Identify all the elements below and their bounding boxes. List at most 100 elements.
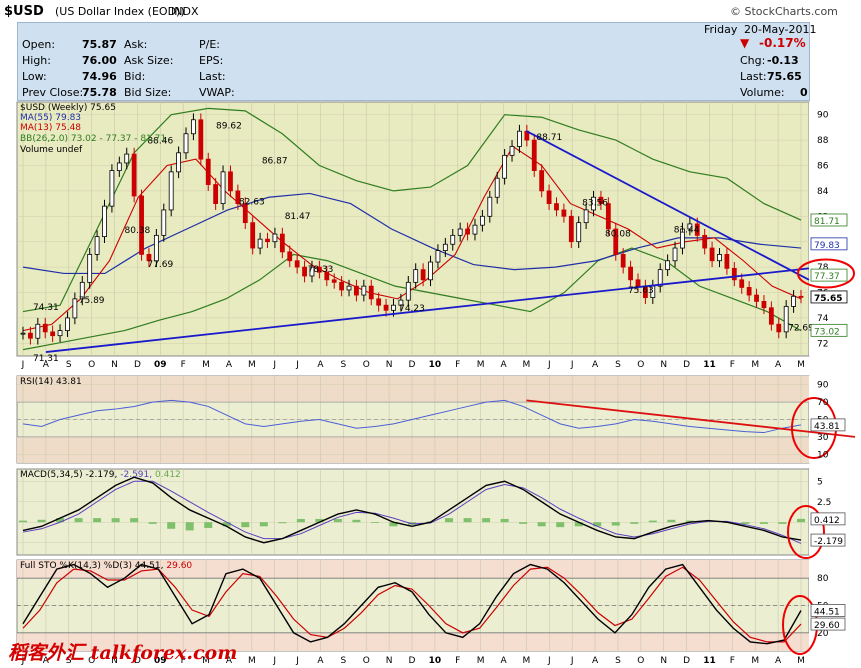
candle-body	[465, 228, 470, 235]
candle-body	[546, 190, 552, 204]
x-tick-label: 11	[703, 656, 716, 666]
x-tick-label: 10	[429, 360, 442, 370]
right-value-label: 81.71	[814, 217, 840, 227]
macd-hist-bar	[259, 522, 268, 527]
y-tick-label: 88	[817, 136, 829, 146]
candle-body	[153, 234, 159, 262]
candle-body	[709, 247, 715, 262]
legend-ma13-text: MA(13) 75.48	[20, 123, 82, 133]
x-tick-label: O	[363, 656, 370, 666]
x-tick-label: M	[248, 360, 256, 370]
macd-hist-bar	[352, 519, 361, 523]
candle-body	[220, 171, 226, 205]
candle-body	[487, 196, 493, 217]
macd-hist-bar	[130, 518, 139, 523]
candle-body	[568, 215, 574, 243]
x-tick-label: M	[797, 656, 805, 666]
x-tick-label: J	[295, 656, 299, 666]
right-value-label: 75.65	[814, 294, 842, 304]
macd-hist-bar	[370, 522, 379, 524]
price-annotation: 75.89	[79, 296, 105, 306]
candle-body	[509, 146, 515, 156]
legend-ma55-text: MA(55) 79.83	[20, 113, 82, 123]
legend-bb: BB(26,2.0) 73.02 - 77.37 - 81.71	[20, 134, 166, 144]
x-tick-label: F	[455, 656, 460, 666]
y-tick-label: 74	[817, 314, 829, 324]
macd-hist-bar	[500, 518, 509, 523]
x-tick-label: A	[775, 656, 782, 666]
x-tick-label: 10	[429, 656, 442, 666]
x-tick-label: N	[660, 360, 667, 370]
macd-hist-bar	[519, 522, 528, 524]
legend-ma55: MA(55) 79.83	[20, 113, 81, 123]
candle-body	[28, 332, 33, 339]
price-annotation: 81.44	[674, 225, 700, 235]
x-tick-label: J	[272, 656, 276, 666]
x-tick-label: M	[797, 360, 805, 370]
price-annotation: 74.31	[33, 303, 59, 313]
candle-body	[472, 224, 478, 235]
candle-body	[798, 295, 804, 298]
candle-body	[620, 253, 626, 268]
candle-body	[109, 170, 115, 207]
x-tick-label: S	[340, 360, 346, 370]
candle-body	[435, 250, 441, 263]
x-tick-label: M	[248, 656, 256, 666]
price-annotation: 89.62	[216, 122, 242, 132]
candle-body	[183, 133, 189, 154]
candle-body	[87, 253, 93, 283]
candle-body	[791, 295, 796, 307]
candle-body	[168, 171, 174, 211]
x-tick-label: J	[570, 360, 574, 370]
legend-macd-a: MACD(5,34,5) -2.179,	[20, 470, 118, 480]
candle-body	[672, 247, 678, 262]
x-tick-label: S	[340, 656, 346, 666]
legend-sto-b: 29.60	[166, 561, 193, 571]
panel-bg-2	[16, 468, 810, 556]
candle-body	[65, 317, 70, 331]
legend-macd-c: 0.412	[155, 470, 181, 480]
macd-hist-bar	[167, 522, 176, 529]
y-tick-label: 70	[817, 398, 829, 408]
x-tick-label: F	[730, 360, 735, 370]
x-tick-label: D	[683, 656, 690, 666]
x-tick-label: M	[523, 360, 531, 370]
price-annotation: 86.87	[262, 156, 288, 166]
candle-body	[739, 279, 745, 288]
candle-body	[50, 331, 56, 337]
x-tick-label: J	[547, 360, 551, 370]
macd-hist-bar	[185, 522, 194, 531]
macd-hist-bar	[37, 519, 46, 523]
right-value-label: 79.83	[814, 241, 840, 251]
candle-body	[754, 294, 759, 302]
legend-price-text: $USD (Weekly) 75.65	[20, 103, 116, 113]
x-tick-label: N	[111, 360, 118, 370]
candle-body	[20, 332, 26, 335]
candle-body	[502, 154, 508, 179]
candle-body	[294, 260, 300, 268]
legend-ma13: MA(13) 75.48	[20, 123, 81, 133]
price-annotation: 81.47	[285, 212, 311, 222]
legend-sto: Full STO %K(14,3) %D(3) 44.51, 29.60	[20, 561, 192, 571]
watermark: 稻客外汇 talkforex.com	[8, 642, 238, 664]
macd-hist-bar	[241, 522, 250, 528]
rsi-right-label: 43.81	[814, 422, 840, 432]
price-annotation: 82.63	[239, 197, 265, 207]
candle-body	[302, 266, 307, 277]
macd-hist-bar	[778, 522, 787, 524]
x-tick-label: A	[592, 656, 599, 666]
legend-macd-b: -2.591,	[120, 470, 153, 480]
x-tick-label: A	[592, 360, 599, 370]
stockcharts-page: { "header":{"symbol":"$USD","name":"(US …	[0, 0, 861, 668]
candle-body	[287, 251, 293, 262]
candle-body	[583, 209, 589, 224]
macd-hist-bar	[797, 518, 805, 523]
legend-price: $USD (Weekly) 75.65	[20, 103, 116, 113]
candle-body	[531, 139, 537, 171]
candle-body	[450, 234, 456, 245]
y-tick-label: 10	[817, 450, 829, 460]
candle-body	[731, 267, 737, 281]
y-tick-label: 5	[817, 477, 823, 487]
sto-k-right-label: 44.51	[814, 607, 840, 617]
candle-body	[628, 266, 633, 281]
